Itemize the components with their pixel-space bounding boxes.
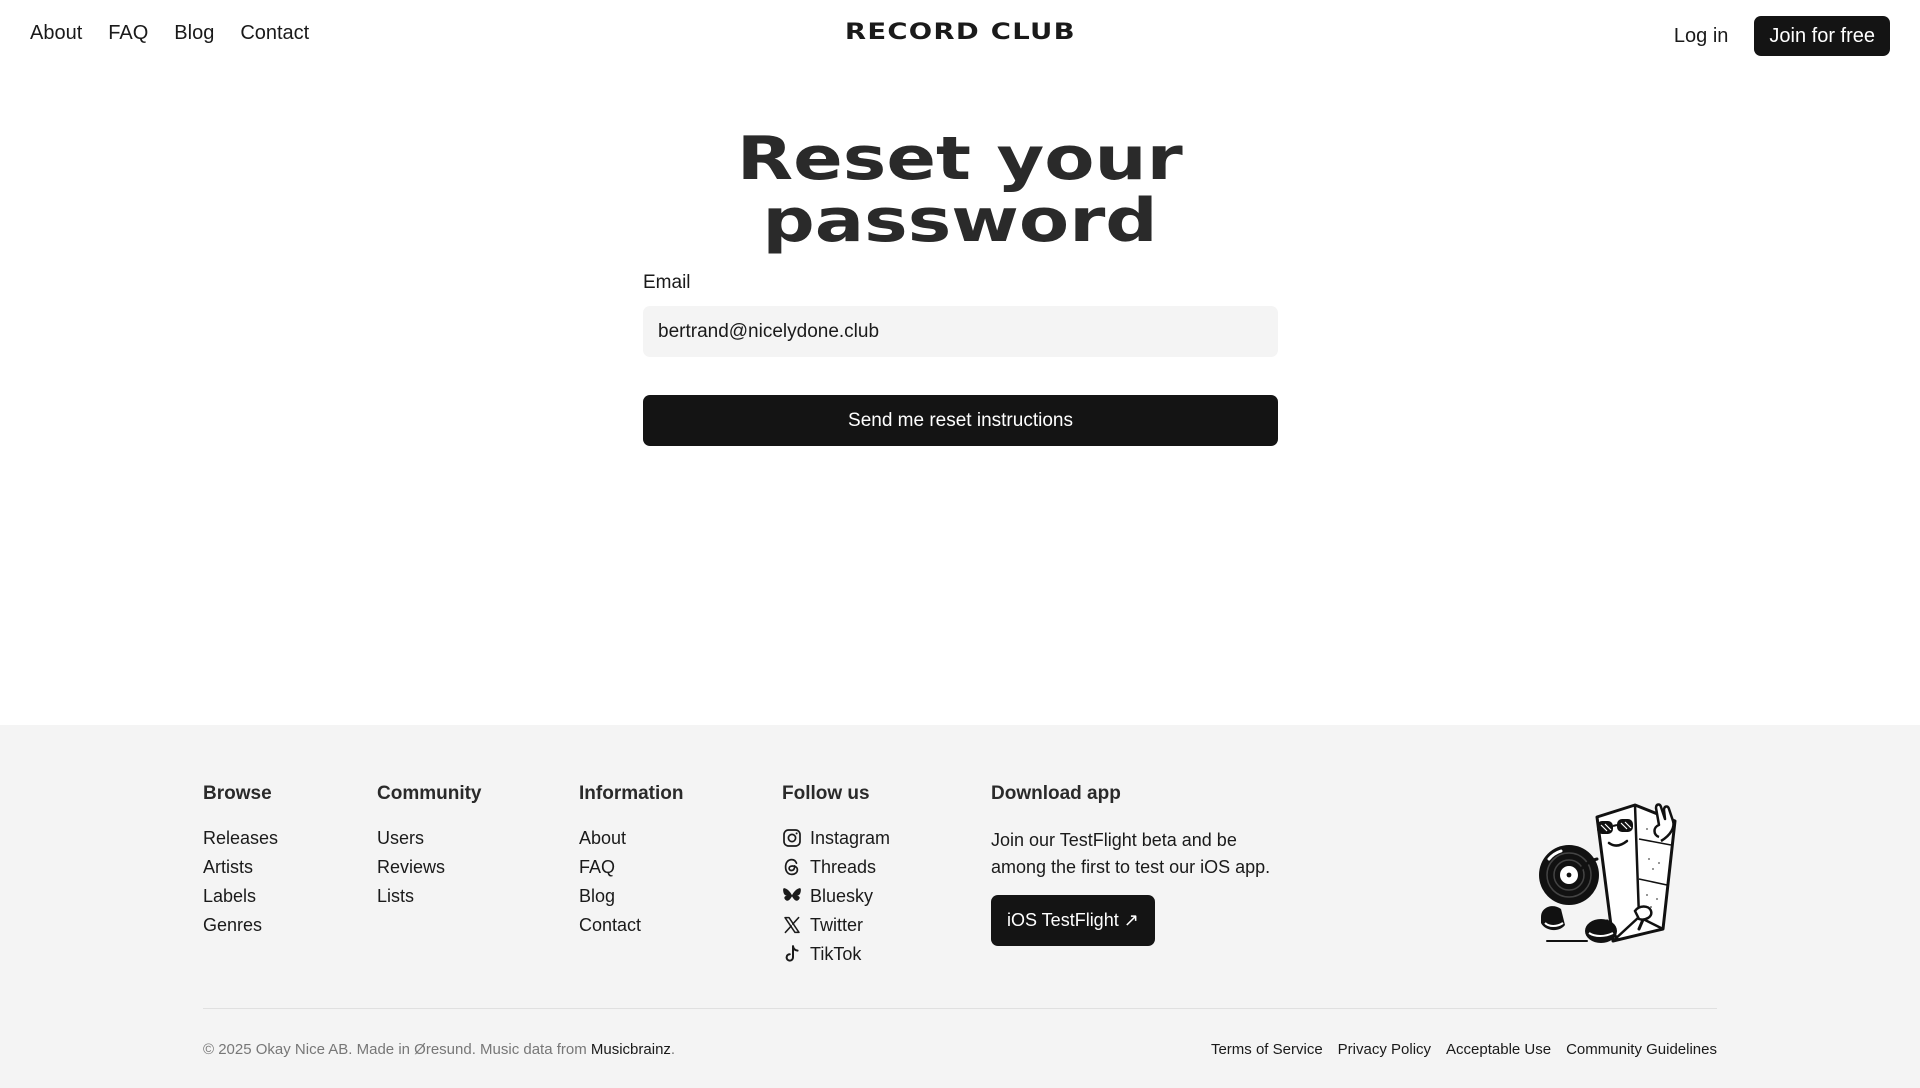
reset-form: Email bertrand@nicelydone.club Send me r… (643, 272, 1278, 446)
copyright-text: © 2025 Okay Nice AB. Made in Øresund. Mu… (203, 1041, 675, 1058)
footer-follow-heading: Follow us (782, 783, 870, 804)
footer-information-column: Information About FAQ Blog Contact (579, 783, 684, 943)
threads-icon (784, 858, 799, 876)
account-nav: Log in Join for free (1674, 16, 1890, 56)
social-label-twitter: Twitter (810, 915, 864, 935)
privacy-policy-link[interactable]: Privacy Policy (1338, 1041, 1431, 1058)
social-link-threads[interactable]: Threads (782, 856, 890, 885)
footer-link-releases[interactable]: Releases (203, 827, 278, 856)
email-field[interactable]: bertrand@nicelydone.club (643, 306, 1278, 357)
footer-link-artists[interactable]: Artists (203, 856, 278, 885)
x-twitter-icon (784, 916, 800, 934)
community-guidelines-link[interactable]: Community Guidelines (1566, 1041, 1717, 1058)
footer-community-heading: Community (377, 783, 482, 804)
footer-link-labels[interactable]: Labels (203, 885, 278, 914)
social-label-bluesky: Bluesky (810, 886, 874, 906)
site-logo: RECORD CLUB (0, 20, 1920, 45)
footer-download-column: Download app Join our TestFlight beta an… (991, 783, 1281, 946)
site-logo-text[interactable]: RECORD CLUB (845, 20, 1076, 45)
footer-divider (203, 1008, 1717, 1009)
social-label-instagram: Instagram (810, 828, 891, 848)
footer-community-column: Community Users Reviews Lists (377, 783, 482, 914)
social-link-twitter[interactable]: Twitter (782, 914, 890, 943)
footer-follow-column: Follow us Instagram Threads Bluesky Twit… (782, 783, 890, 972)
site-header: About FAQ Blog Contact RECORD CLUB Log i… (0, 0, 1920, 72)
musicbrainz-link[interactable]: Musicbrainz (591, 1041, 671, 1058)
email-label: Email (643, 272, 691, 293)
footer-link-lists[interactable]: Lists (377, 885, 482, 914)
legal-links: Terms of Service Privacy Policy Acceptab… (1211, 1041, 1717, 1058)
social-link-bluesky[interactable]: Bluesky (782, 885, 890, 914)
social-link-tiktok[interactable]: TikTok (782, 943, 890, 972)
ios-testflight-button[interactable]: iOS TestFlight ↗ (991, 895, 1155, 946)
send-reset-button[interactable]: Send me reset instructions (643, 395, 1278, 446)
footer-download-heading: Download app (991, 783, 1121, 804)
footer-link-reviews[interactable]: Reviews (377, 856, 482, 885)
page-title: Reset your password (0, 128, 1920, 252)
login-link[interactable]: Log in (1674, 25, 1729, 48)
footer-link-contact[interactable]: Contact (579, 914, 684, 943)
terms-of-service-link[interactable]: Terms of Service (1211, 1041, 1323, 1058)
social-label-tiktok: TikTok (810, 944, 862, 964)
testflight-description: Join our TestFlight beta and be among th… (991, 830, 1271, 877)
page-title-line2: password (762, 186, 1158, 256)
footer-link-blog[interactable]: Blog (579, 885, 684, 914)
copyright-suffix: . (670, 1041, 676, 1058)
footer-link-users[interactable]: Users (377, 827, 482, 856)
site-footer: Browse Releases Artists Labels Genres Co… (0, 725, 1920, 1088)
copyright-prefix: © 2025 Okay Nice AB. Made in Øresund. Mu… (203, 1041, 591, 1058)
footer-link-faq[interactable]: FAQ (579, 856, 684, 885)
social-link-instagram[interactable]: Instagram (782, 827, 890, 856)
footer-browse-column: Browse Releases Artists Labels Genres (203, 783, 278, 943)
footer-information-heading: Information (579, 783, 684, 804)
footer-link-genres[interactable]: Genres (203, 914, 278, 943)
record-speaker-mascot-illustration (1539, 803, 1677, 943)
acceptable-use-link[interactable]: Acceptable Use (1446, 1041, 1551, 1058)
social-label-threads: Threads (810, 857, 877, 877)
page-title-line1: Reset your (737, 124, 1183, 194)
footer-link-about[interactable]: About (579, 827, 684, 856)
join-button[interactable]: Join for free (1754, 16, 1890, 56)
tiktok-icon (785, 945, 799, 962)
instagram-icon (783, 829, 801, 847)
footer-browse-heading: Browse (203, 783, 272, 804)
bluesky-icon (783, 888, 801, 901)
